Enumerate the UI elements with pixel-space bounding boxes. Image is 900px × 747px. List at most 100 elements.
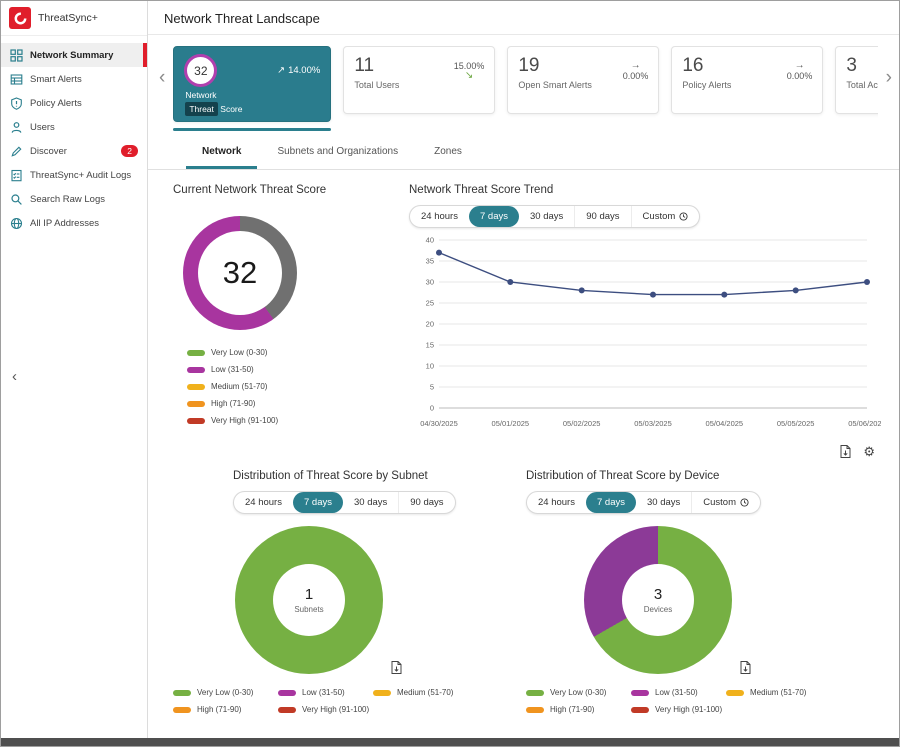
section-title: Network Threat Score Trend: [409, 184, 881, 196]
search-icon: [10, 193, 23, 206]
trend-flat-icon: →: [787, 61, 813, 71]
sidebar-item-search-raw-logs[interactable]: Search Raw Logs: [1, 187, 147, 211]
legend-item: Very High (91-100): [278, 705, 373, 714]
sidebar-item-label: Network Summary: [30, 50, 113, 61]
export-report-icon[interactable]: [840, 445, 851, 458]
time-range-24-hours[interactable]: 24 hours: [410, 206, 469, 227]
threat-score-trend-section: Network Threat Score Trend 24 hours 7 da…: [409, 184, 881, 458]
device-donut-center: 3 Devices: [644, 586, 672, 614]
threat-score-legend: Very Low (0-30) Low (31-50) Medium (51-7…: [187, 348, 385, 425]
time-range-7-days[interactable]: 7 days: [293, 492, 343, 513]
legend-swatch: [187, 384, 205, 390]
legend-item: Very High (91-100): [631, 705, 726, 714]
svg-text:20: 20: [426, 320, 434, 329]
svg-text:05/06/2025: 05/06/2025: [848, 419, 881, 428]
svg-text:05/03/2025: 05/03/2025: [634, 419, 672, 428]
legend-swatch: [526, 690, 544, 696]
svg-text:40: 40: [426, 236, 434, 245]
export-report-icon[interactable]: [391, 661, 402, 674]
sidebar-item-policy-alerts[interactable]: Policy Alerts: [1, 91, 147, 115]
card-label: Policy Alerts: [682, 80, 767, 91]
settings-gear-icon[interactable]: ⚙: [863, 445, 875, 458]
sidebar-item-all-ip-addresses[interactable]: All IP Addresses: [1, 211, 147, 235]
legend-swatch: [278, 707, 296, 713]
legend-swatch: [173, 690, 191, 696]
card-network-threat-score[interactable]: 32 ↗14.00% Network Threat Score: [173, 46, 331, 122]
time-range-24-hours[interactable]: 24 hours: [527, 492, 586, 513]
tab-network[interactable]: Network: [186, 138, 257, 169]
legend-item: High (71-90): [173, 705, 278, 714]
svg-text:05/02/2025: 05/02/2025: [563, 419, 601, 428]
legend-swatch: [373, 690, 391, 696]
threatsync-dashboard: ThreatSync+ Network Summary Smart Alerts…: [0, 0, 900, 747]
sidebar-item-network-summary[interactable]: Network Summary: [1, 43, 147, 67]
sidebar-item-users[interactable]: Users: [1, 115, 147, 139]
time-range-24-hours[interactable]: 24 hours: [234, 492, 293, 513]
brand: ThreatSync+: [1, 1, 147, 36]
tab-subnets-and-organizations[interactable]: Subnets and Organizations: [261, 138, 414, 169]
legend-swatch: [526, 707, 544, 713]
svg-text:10: 10: [426, 362, 434, 371]
svg-text:0: 0: [430, 404, 434, 413]
current-threat-score-section: Current Network Threat Score 32 Very Low…: [173, 184, 385, 458]
time-range-custom[interactable]: Custom: [691, 492, 760, 513]
card-total-users[interactable]: 11 Total Users 15.00%↘: [343, 46, 495, 114]
card-label: Total Active Devices: [846, 80, 877, 91]
sidebar-item-label: Users: [30, 122, 55, 133]
card-slot-threat-score: 32 ↗14.00% Network Threat Score: [173, 46, 331, 131]
time-range-90-days[interactable]: 90 days: [574, 206, 630, 227]
sidebar-item-label: Search Raw Logs: [30, 194, 105, 205]
sidebar-item-smart-alerts[interactable]: Smart Alerts: [1, 67, 147, 91]
svg-text:05/05/2025: 05/05/2025: [777, 419, 815, 428]
subnet-donut-center: 1 Subnets: [294, 586, 323, 614]
sidebar-item-label: All IP Addresses: [30, 218, 99, 229]
app-title: ThreatSync+: [38, 12, 98, 24]
card-policy-alerts[interactable]: 16 Policy Alerts →0.00%: [671, 46, 823, 114]
card-value: 3: [846, 55, 877, 77]
legend-swatch: [187, 418, 205, 424]
device-donut: 3 Devices: [584, 526, 732, 674]
time-range-30-days[interactable]: 30 days: [636, 492, 691, 513]
selected-card-underline: [173, 128, 331, 131]
legend-item: Medium (51-70): [373, 688, 526, 697]
legend-swatch: [726, 690, 744, 696]
time-range-30-days[interactable]: 30 days: [519, 206, 574, 227]
card-label: Open Smart Alerts: [518, 80, 603, 91]
carousel-right-icon[interactable]: ›: [883, 46, 895, 109]
svg-text:04/30/2025: 04/30/2025: [420, 419, 458, 428]
time-range-7-days[interactable]: 7 days: [586, 492, 636, 513]
sidebar-item-label: Policy Alerts: [30, 98, 82, 109]
sidebar-nav: Network Summary Smart Alerts Policy Aler…: [1, 36, 147, 235]
tab-zones[interactable]: Zones: [418, 138, 478, 169]
shield-alert-icon: [10, 97, 23, 110]
sidebar-item-discover[interactable]: Discover 2: [1, 139, 147, 163]
legend-item: High (71-90): [526, 705, 631, 714]
clock-icon: [740, 498, 749, 507]
legend-swatch: [278, 690, 296, 696]
legend-swatch: [187, 401, 205, 407]
time-range-7-days[interactable]: 7 days: [469, 206, 519, 227]
sidebar-item-audit-logs[interactable]: ThreatSync+ Audit Logs: [1, 163, 147, 187]
export-report-icon[interactable]: [740, 661, 751, 674]
summary-cards: 32 ↗14.00% Network Threat Score 11 Total…: [173, 46, 877, 131]
card-open-smart-alerts[interactable]: 19 Open Smart Alerts →0.00%: [507, 46, 659, 114]
legend-swatch: [631, 690, 649, 696]
carousel-left-icon[interactable]: ‹: [156, 46, 168, 109]
time-range-30-days[interactable]: 30 days: [343, 492, 398, 513]
svg-text:15: 15: [426, 341, 434, 350]
sidebar-collapse-button[interactable]: ‹: [12, 369, 17, 384]
globe-icon: [10, 217, 23, 230]
time-range-custom[interactable]: Custom: [631, 206, 700, 227]
legend-item: Low (31-50): [187, 365, 385, 374]
sidebar-item-label: Discover: [30, 146, 67, 157]
sidebar-item-label: Smart Alerts: [30, 74, 82, 85]
card-delta: →0.00%: [787, 61, 813, 81]
threat-score-card-label: Network Threat Score: [185, 89, 242, 116]
sidebar-item-label: ThreatSync+ Audit Logs: [30, 170, 131, 181]
svg-text:05/04/2025: 05/04/2025: [706, 419, 744, 428]
threat-score-delta: ↗14.00%: [277, 65, 320, 76]
grid-icon: [10, 49, 23, 62]
card-total-active-devices[interactable]: 3 Total Active Devices: [835, 46, 877, 114]
time-range-90-days[interactable]: 90 days: [398, 492, 454, 513]
watchguard-logo-icon: [9, 7, 31, 29]
